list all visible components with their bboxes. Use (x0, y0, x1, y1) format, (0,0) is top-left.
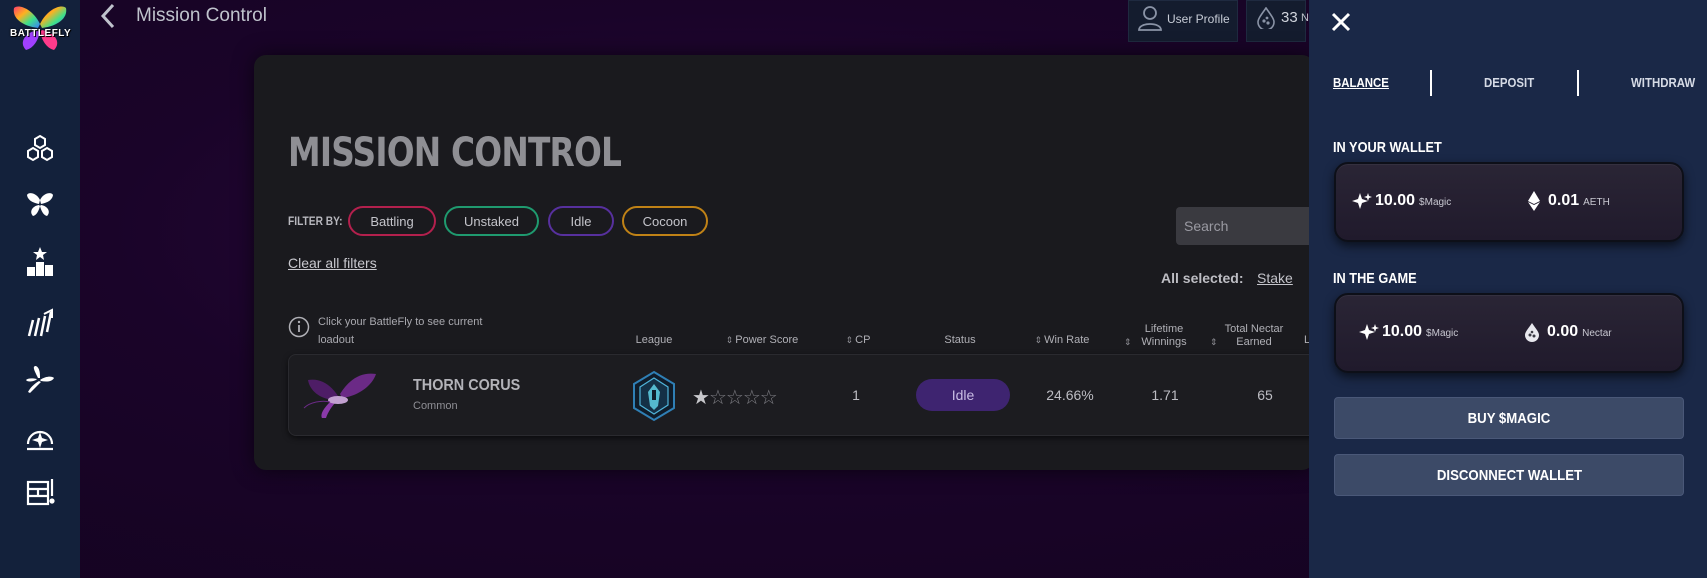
tab-balance[interactable]: BALANCE (1333, 75, 1389, 90)
league-badge-icon (633, 370, 675, 422)
battlefly-rarity: Common (413, 400, 458, 412)
user-profile-label: User Profile (1167, 12, 1230, 26)
growth-icon[interactable] (22, 304, 58, 340)
dragonfly-icon[interactable] (22, 362, 58, 398)
column-header-lifetime-winnings[interactable]: ⇕ Lifetime Winnings (1124, 323, 1194, 349)
clear-filters-link[interactable]: Clear all filters (288, 255, 377, 271)
column-header-status[interactable]: Status (940, 334, 980, 347)
game-nectar-balance: 0.00 Nectar (1547, 323, 1612, 340)
in-game-title: IN THE GAME (1333, 270, 1417, 287)
battlefly-image (303, 373, 376, 418)
back-chevron-icon[interactable] (98, 2, 118, 30)
cp-value: 1 (852, 387, 860, 403)
all-selected-label: All selected: (1161, 270, 1244, 286)
win-rate-value: 24.66% (1046, 387, 1094, 403)
buy-magic-button[interactable]: BUY $MAGIC (1334, 397, 1684, 439)
close-icon[interactable] (1330, 11, 1352, 33)
sort-icon: ⇕ (1034, 335, 1043, 345)
in-wallet-title: IN YOUR WALLET (1333, 139, 1442, 156)
user-profile-button[interactable]: User Profile (1128, 0, 1238, 42)
compass-icon[interactable] (22, 420, 58, 456)
nectar-count: 33 (1281, 9, 1298, 26)
ethereum-icon (1528, 191, 1540, 211)
sort-icon: ⇕ (845, 335, 854, 345)
status-pill-idle[interactable]: Idle (916, 379, 1010, 411)
tab-divider (1430, 70, 1432, 96)
sidebar: BATTLEFLY (0, 0, 80, 578)
column-header-power-score[interactable]: ⇕ Power Score (712, 334, 812, 347)
total-nectar-value: 65 (1257, 387, 1273, 403)
sparkle-icon (1359, 324, 1379, 340)
info-icon (288, 316, 310, 338)
battlefly-logo[interactable]: BATTLEFLY (10, 4, 72, 54)
star-icon: ☆ (725, 387, 744, 409)
mission-control-title: MISSION CONTROL (288, 130, 622, 176)
tab-deposit[interactable]: DEPOSIT (1484, 75, 1534, 90)
game-magic-balance: 10.00 $Magic (1382, 323, 1459, 340)
nectar-drop-icon (1525, 323, 1539, 342)
loadout-hint: Click your BattleFly to see current load… (318, 316, 483, 346)
wallet-magic-balance: 10.00 $Magic (1375, 192, 1452, 209)
disconnect-wallet-button[interactable]: DISCONNECT WALLET (1334, 454, 1684, 496)
butterfly-icon[interactable] (22, 186, 58, 222)
hexagons-icon[interactable] (22, 132, 58, 168)
star-icon: ☆ (708, 387, 727, 409)
filter-chip-idle[interactable]: Idle (548, 206, 614, 236)
nectar-drop-icon (1257, 7, 1275, 29)
tab-divider (1577, 70, 1579, 96)
tab-withdraw[interactable]: WITHDRAW (1631, 75, 1695, 90)
column-header-cp[interactable]: ⇕ CP (842, 334, 874, 347)
filter-chip-cocoon[interactable]: Cocoon (622, 206, 708, 236)
star-icon: ★ (692, 387, 710, 409)
sort-icon: ⇕ (725, 335, 734, 345)
sort-icon: ⇕ (1124, 337, 1132, 347)
nectar-balance-chip[interactable]: 33 N (1246, 0, 1309, 42)
column-header-total-nectar[interactable]: ⇕ Total Nectar Earned (1210, 323, 1290, 349)
page-heading: Mission Control (136, 5, 267, 26)
battlefly-name: THORN CORUS (413, 377, 521, 394)
leaderboard-icon[interactable] (22, 244, 58, 280)
star-icon: ☆ (759, 387, 778, 409)
column-header-league[interactable]: League (632, 334, 676, 347)
stake-link[interactable]: Stake (1257, 270, 1293, 286)
logo-text: BATTLEFLY (10, 28, 72, 39)
user-icon (1138, 6, 1162, 31)
wallet-eth-balance: 0.01 AETH (1548, 192, 1610, 209)
sort-icon: ⇕ (1210, 337, 1218, 347)
column-header-win-rate[interactable]: ⇕ Win Rate (1032, 334, 1092, 347)
power-score-stars: ★☆☆☆☆ (692, 385, 778, 410)
filter-chip-unstaked[interactable]: Unstaked (444, 206, 539, 236)
nectar-label-partial: N (1301, 12, 1309, 24)
lifetime-winnings-value: 1.71 (1151, 387, 1179, 403)
sparkle-icon (1352, 193, 1372, 209)
search-input[interactable] (1176, 207, 1316, 245)
inventory-icon[interactable] (22, 474, 58, 510)
filter-chip-battling[interactable]: Battling (348, 206, 436, 236)
filter-label: FILTER BY: (288, 214, 343, 228)
star-icon: ☆ (742, 387, 761, 409)
